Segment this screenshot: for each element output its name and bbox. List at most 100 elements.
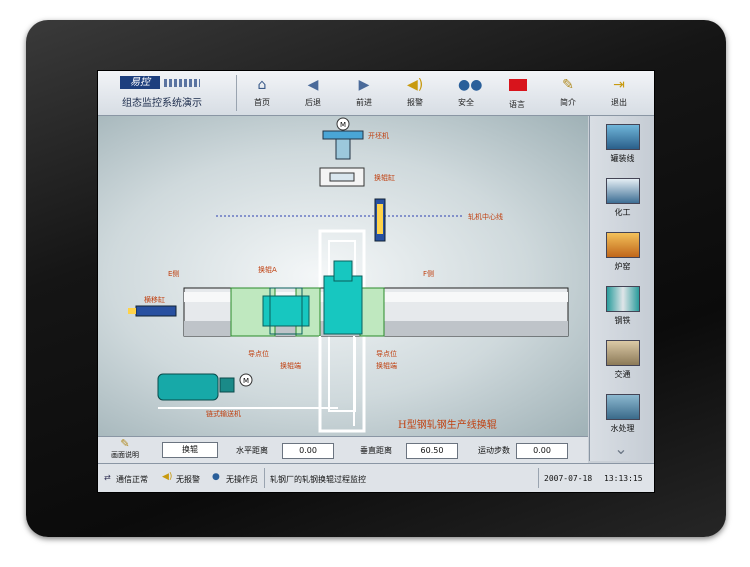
steps-field[interactable]: 0.00 (516, 443, 568, 459)
label-roll-a: 换辊A (258, 265, 277, 274)
kiln-icon (605, 232, 640, 258)
shift-cylinder (135, 305, 177, 317)
alarm-icon: ◀) (407, 77, 424, 93)
operator-icon: ● (212, 472, 220, 482)
status-divider (538, 468, 539, 488)
label-shift-cylinder: 横移缸 (144, 295, 165, 304)
note-icon: ✎ (562, 77, 574, 93)
header-bar: 易控 组态监控系统演示 ⌂ 首页 ◀ 后退 ▶ 前进 ◀) 报警 ●● 安全 语… (98, 71, 654, 116)
nav-home-button[interactable]: ⌂ 首页 (242, 77, 282, 113)
mill-roll-b (323, 275, 363, 335)
chevron-down-icon[interactable]: ⌄ (606, 441, 636, 457)
conveyor-gearbox (219, 377, 235, 393)
water-treatment-icon (605, 394, 640, 420)
label-center-line: 轧机中心线 (468, 212, 503, 221)
label-point-b2: 换辊端 (376, 361, 397, 370)
nav-alarm-button[interactable]: ◀) 报警 (395, 77, 435, 113)
home-icon: ⌂ (257, 77, 267, 93)
conveyor-motor (157, 373, 219, 401)
nav-language-button[interactable]: 语言 (497, 77, 537, 113)
label-motor: 开坯机 (368, 131, 389, 140)
motor-m-glyph: M (243, 377, 249, 385)
nav-label: 安全 (458, 98, 474, 107)
exit-icon: ⇥ (613, 77, 625, 93)
logo-pattern (164, 79, 200, 87)
nav-security-button[interactable]: ●● 安全 (446, 77, 486, 113)
vertical-cylinder-rod (377, 204, 383, 234)
mode-button[interactable]: 换辊 (162, 442, 218, 458)
sidebar-item-label: 炉窑 (614, 262, 631, 271)
nav-exit-button[interactable]: ⇥ 退出 (599, 77, 639, 113)
status-divider (264, 468, 265, 488)
sidebar-item-filling[interactable]: 罐装线 (590, 124, 654, 164)
comm-status: 通信正常 (116, 475, 148, 484)
brand: 易控 组态监控系统演示 (102, 74, 232, 112)
sidebar-item-water[interactable]: 水处理 (590, 394, 654, 434)
header-divider (236, 75, 237, 111)
roll-cylinder-body (329, 172, 355, 182)
control-bar: ✎ 画面说明 换辊 水平距离 0.00 垂直距离 60.50 运动步数 0.00 (98, 436, 588, 464)
shift-cylinder-rod (128, 308, 136, 314)
label-roll-cylinder: 换辊缸 (374, 173, 395, 182)
flag-icon (509, 79, 527, 95)
nav-label: 语言 (509, 100, 525, 109)
v-distance-field[interactable]: 60.50 (406, 443, 458, 459)
sidebar-item-label: 化工 (614, 208, 631, 217)
nav-label: 退出 (611, 98, 627, 107)
status-time: 13:13:15 (604, 474, 643, 483)
hmi-screen: 易控 组态监控系统演示 ⌂ 首页 ◀ 后退 ▶ 前进 ◀) 报警 ●● 安全 语… (97, 70, 655, 493)
nav-label: 后退 (305, 98, 321, 107)
nav-label: 简介 (560, 98, 576, 107)
sidebar: 罐装线 化工 炉窑 钢铁 交通 水处理 ⌄ (589, 116, 654, 461)
sidebar-item-label: 罐装线 (610, 154, 635, 163)
alarm-status: 无报警 (176, 475, 200, 484)
network-icon: ⇄ (104, 473, 111, 482)
label-e-side: E侧 (168, 269, 179, 278)
top-shaft (335, 138, 351, 160)
status-date: 2007-07-18 (544, 474, 593, 483)
help-label: 画面说明 (111, 451, 139, 459)
logo: 易控 (120, 76, 160, 89)
operator-status: 无操作员 (226, 475, 258, 484)
motor-m-glyph: M (340, 121, 346, 129)
app-subtitle: 组态监控系统演示 (122, 98, 202, 109)
grid-block-right (359, 287, 385, 337)
nav-forward-button[interactable]: ▶ 前进 (344, 77, 384, 113)
label-chain-conveyor: 链式输送机 (206, 409, 241, 418)
h-distance-field[interactable]: 0.00 (282, 443, 334, 459)
steel-icon (605, 286, 640, 312)
steps-label: 运动步数 (478, 446, 510, 455)
users-icon: ●● (458, 77, 483, 93)
label-f-side: F侧 (423, 269, 434, 278)
sidebar-item-label: 交通 (614, 370, 631, 379)
mill-roll-b-top (333, 260, 353, 282)
nav-label: 报警 (407, 98, 423, 107)
label-point-b: 导点位 (376, 349, 397, 358)
sidebar-item-label: 钢铁 (614, 316, 631, 325)
forward-icon: ▶ (358, 77, 370, 93)
alarm-status-icon: ◀) (162, 472, 173, 482)
sidebar-item-kiln[interactable]: 炉窑 (590, 232, 654, 272)
nav-about-button[interactable]: ✎ 简介 (548, 77, 588, 113)
top-motor-body (322, 130, 364, 140)
filling-line-icon (605, 124, 640, 150)
help-button[interactable]: ✎ 画面说明 (106, 438, 144, 460)
back-icon: ◀ (307, 77, 319, 93)
sidebar-item-label: 水处理 (610, 424, 635, 433)
nav-back-button[interactable]: ◀ 后退 (293, 77, 333, 113)
v-distance-label: 垂直距离 (360, 446, 392, 455)
help-icon: ✎ (120, 437, 130, 450)
sidebar-item-chemical[interactable]: 化工 (590, 178, 654, 218)
status-message: 轧钢厂的轧钢换辊过程监控 (270, 475, 366, 484)
traffic-icon (605, 340, 640, 366)
sidebar-item-steel[interactable]: 钢铁 (590, 286, 654, 326)
nav-label: 前进 (356, 98, 372, 107)
nav-label: 首页 (254, 98, 270, 107)
h-distance-label: 水平距离 (236, 446, 268, 455)
diagram-title: H型钢轧钢生产线换辊 (398, 418, 497, 431)
status-bar: ⇄ 通信正常 ◀) 无报警 ● 无操作员 轧钢厂的轧钢换辊过程监控 2007-0… (98, 463, 654, 492)
sidebar-item-traffic[interactable]: 交通 (590, 340, 654, 380)
label-point-a: 导点位 (248, 349, 269, 358)
chemical-icon (605, 178, 640, 204)
process-view: M M 开坯机 换辊缸 轧机中心线 E侧 F侧 换辊A 横移缸 导点位 换辊端 … (98, 116, 588, 436)
